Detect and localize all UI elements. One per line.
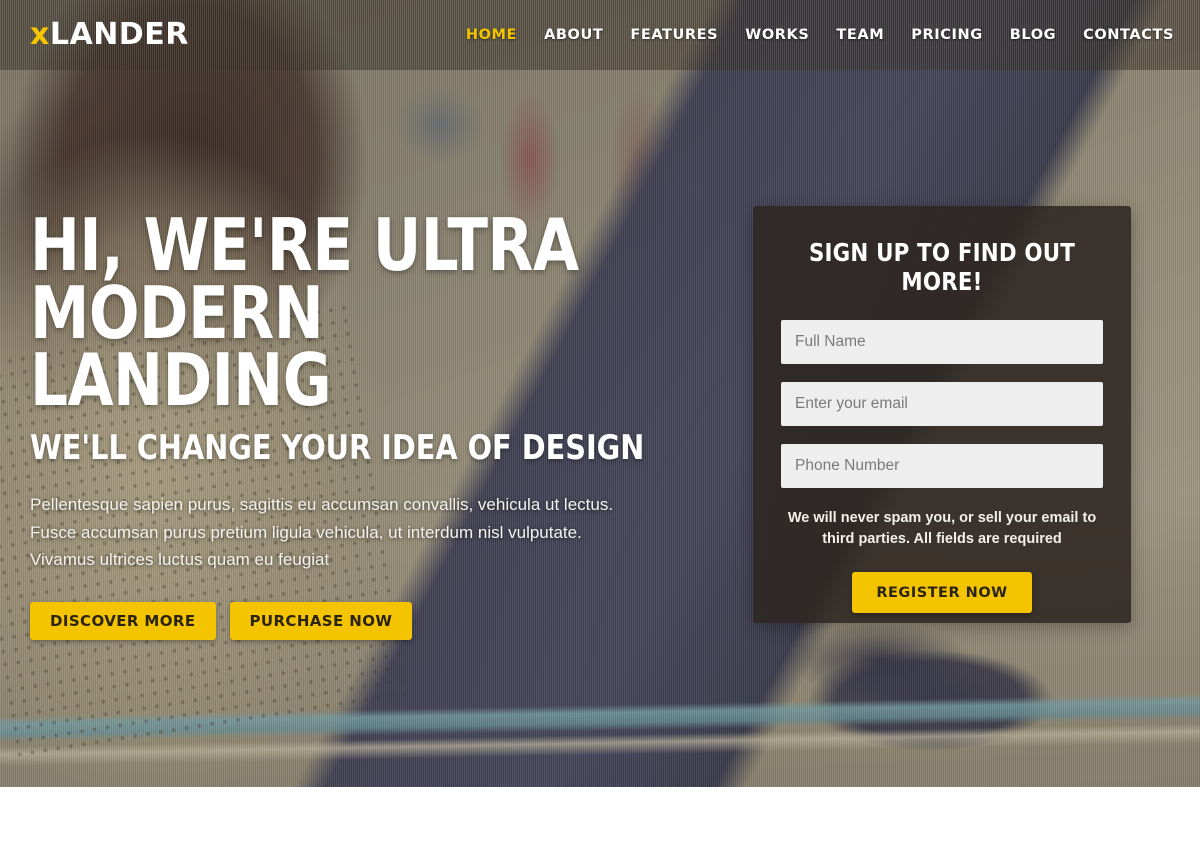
phone-number-input[interactable] xyxy=(781,444,1103,488)
page-title: HI, WE'RE ULTRA MODERN LANDING xyxy=(30,203,637,423)
hero-subheadline: WE'LL CHANGE YOUR IDEA OF DESIGN xyxy=(30,428,645,469)
register-button-wrapper: REGISTER NOW xyxy=(781,572,1103,614)
page-body-below-hero xyxy=(0,787,1200,860)
signup-form-panel: SIGN UP TO FIND OUT MORE! We will never … xyxy=(753,206,1131,623)
register-now-button[interactable]: REGISTER NOW xyxy=(852,572,1032,614)
logo-accent-letter: x xyxy=(30,17,50,52)
site-header: xLANDER HOME ABOUT FEATURES WORKS TEAM P… xyxy=(0,0,1200,70)
signup-privacy-note: We will never spam you, or sell your ema… xyxy=(787,510,1097,548)
hero-content: HI, WE'RE ULTRA MODERN LANDING WE'LL CHA… xyxy=(30,203,690,640)
discover-more-button[interactable]: DISCOVER MORE xyxy=(30,601,216,640)
purchase-now-button[interactable]: PURCHASE NOW xyxy=(229,601,413,640)
logo-text: LANDER xyxy=(49,17,189,52)
hero-description-line-2: Fusce accumsan purus pretium ligula vehi… xyxy=(30,522,582,542)
nav-item-team[interactable]: TEAM xyxy=(836,27,884,43)
full-name-input[interactable] xyxy=(781,320,1103,364)
hero-section: xLANDER HOME ABOUT FEATURES WORKS TEAM P… xyxy=(0,0,1200,787)
nav-item-works[interactable]: WORKS xyxy=(745,27,809,43)
headline-line-1: HI, WE'RE ULTRA xyxy=(30,203,579,287)
headline-line-2: MODERN LANDING xyxy=(30,270,332,423)
nav-item-home[interactable]: HOME xyxy=(466,27,517,43)
nav-item-contacts[interactable]: CONTACTS xyxy=(1083,27,1174,43)
nav-item-pricing[interactable]: PRICING xyxy=(911,27,982,43)
site-logo[interactable]: xLANDER xyxy=(30,20,189,50)
hero-description: Pellentesque sapien purus, sagittis eu a… xyxy=(30,491,690,574)
hero-description-line-3: Vivamus ultrices luctus quam eu feugiat xyxy=(30,550,330,570)
nav-item-blog[interactable]: BLOG xyxy=(1010,27,1056,43)
signup-form-title: SIGN UP TO FIND OUT MORE! xyxy=(808,238,1076,296)
nav-item-features[interactable]: FEATURES xyxy=(630,27,718,43)
nav-item-about[interactable]: ABOUT xyxy=(544,27,603,43)
email-input[interactable] xyxy=(781,382,1103,426)
hero-button-group: DISCOVER MORE PURCHASE NOW xyxy=(30,601,690,640)
hero-description-line-1: Pellentesque sapien purus, sagittis eu a… xyxy=(30,495,614,515)
main-navigation: HOME ABOUT FEATURES WORKS TEAM PRICING B… xyxy=(466,27,1174,43)
